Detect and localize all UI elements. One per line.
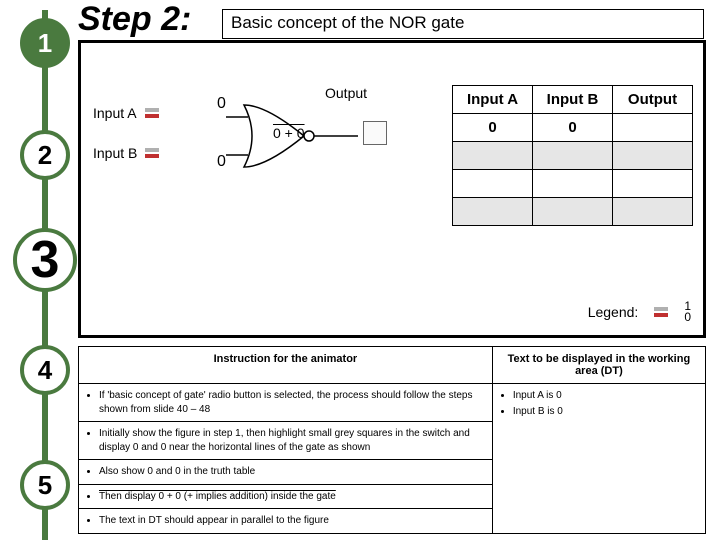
step-timeline: 1 2 3 4 5 xyxy=(20,0,70,540)
cell xyxy=(613,170,693,198)
input-b-row: Input B xyxy=(93,145,159,161)
th-input-b: Input B xyxy=(533,86,613,114)
list-item: Initially show the figure in step 1, the… xyxy=(99,427,486,454)
cell xyxy=(613,142,693,170)
list-item: The text in DT should appear in parallel… xyxy=(99,514,486,528)
list-item: Input B is 0 xyxy=(513,405,699,419)
input-a-label: Input A xyxy=(93,105,137,121)
table-row: 0 0 xyxy=(453,114,693,142)
instruction-table: Instruction for the animator Text to be … xyxy=(78,346,706,534)
instr-left-cell: Then display 0 + 0 (+ implies addition) … xyxy=(79,484,493,509)
legend-values: 1 0 xyxy=(684,301,691,323)
gate-expression: 0 + 0 xyxy=(273,125,305,141)
table-row xyxy=(453,198,693,226)
output-value-box xyxy=(363,121,387,145)
legend-swatch-icon xyxy=(654,308,668,316)
instr-right-cell: Input A is 0 Input B is 0 xyxy=(492,384,705,534)
cell: 0 xyxy=(533,114,613,142)
cell xyxy=(453,198,533,226)
instr-left-cell: If 'basic concept of gate' radio button … xyxy=(79,384,493,422)
cell xyxy=(453,170,533,198)
input-a-row: Input A xyxy=(93,105,159,121)
legend: Legend: 1 0 xyxy=(588,301,691,323)
step-marker-4[interactable]: 4 xyxy=(20,345,70,395)
legend-label: Legend: xyxy=(588,304,639,320)
th-input-a: Input A xyxy=(453,86,533,114)
truth-table-header: Input A Input B Output xyxy=(453,86,693,114)
instr-left-cell: Also show 0 and 0 in the truth table xyxy=(79,460,493,485)
truth-table: Input A Input B Output 0 0 xyxy=(452,85,693,226)
step-title: Step 2: xyxy=(78,0,191,39)
cell xyxy=(533,170,613,198)
table-row xyxy=(453,142,693,170)
cell xyxy=(453,142,533,170)
cell xyxy=(613,114,693,142)
diagram-area: Input A Input B 0 0 Output 0 + 0 Input A… xyxy=(78,40,706,338)
legend-low: 0 xyxy=(684,312,691,323)
input-b-label: Input B xyxy=(93,145,137,161)
list-item: Then display 0 + 0 (+ implies addition) … xyxy=(99,490,486,504)
instr-left-cell: The text in DT should appear in parallel… xyxy=(79,509,493,534)
cell xyxy=(533,198,613,226)
list-item: Also show 0 and 0 in the truth table xyxy=(99,465,486,479)
cell: 0 xyxy=(453,114,533,142)
instr-left-header: Instruction for the animator xyxy=(79,347,493,384)
step-marker-5[interactable]: 5 xyxy=(20,460,70,510)
output-label: Output xyxy=(325,85,367,101)
input-b-value: 0 xyxy=(217,153,226,171)
cell xyxy=(533,142,613,170)
input-a-value: 0 xyxy=(217,95,226,113)
concept-title-box: Basic concept of the NOR gate xyxy=(222,9,704,39)
list-item: If 'basic concept of gate' radio button … xyxy=(99,389,486,416)
list-item: Input A is 0 xyxy=(513,389,699,403)
step-marker-1[interactable]: 1 xyxy=(20,18,70,68)
cell xyxy=(613,198,693,226)
instr-left-cell: Initially show the figure in step 1, the… xyxy=(79,422,493,460)
step-marker-2[interactable]: 2 xyxy=(20,130,70,180)
th-output: Output xyxy=(613,86,693,114)
switch-a-icon[interactable] xyxy=(145,109,159,117)
instr-right-header: Text to be displayed in the working area… xyxy=(492,347,705,384)
table-row xyxy=(453,170,693,198)
step-marker-3[interactable]: 3 xyxy=(13,228,77,292)
switch-b-icon[interactable] xyxy=(145,149,159,157)
